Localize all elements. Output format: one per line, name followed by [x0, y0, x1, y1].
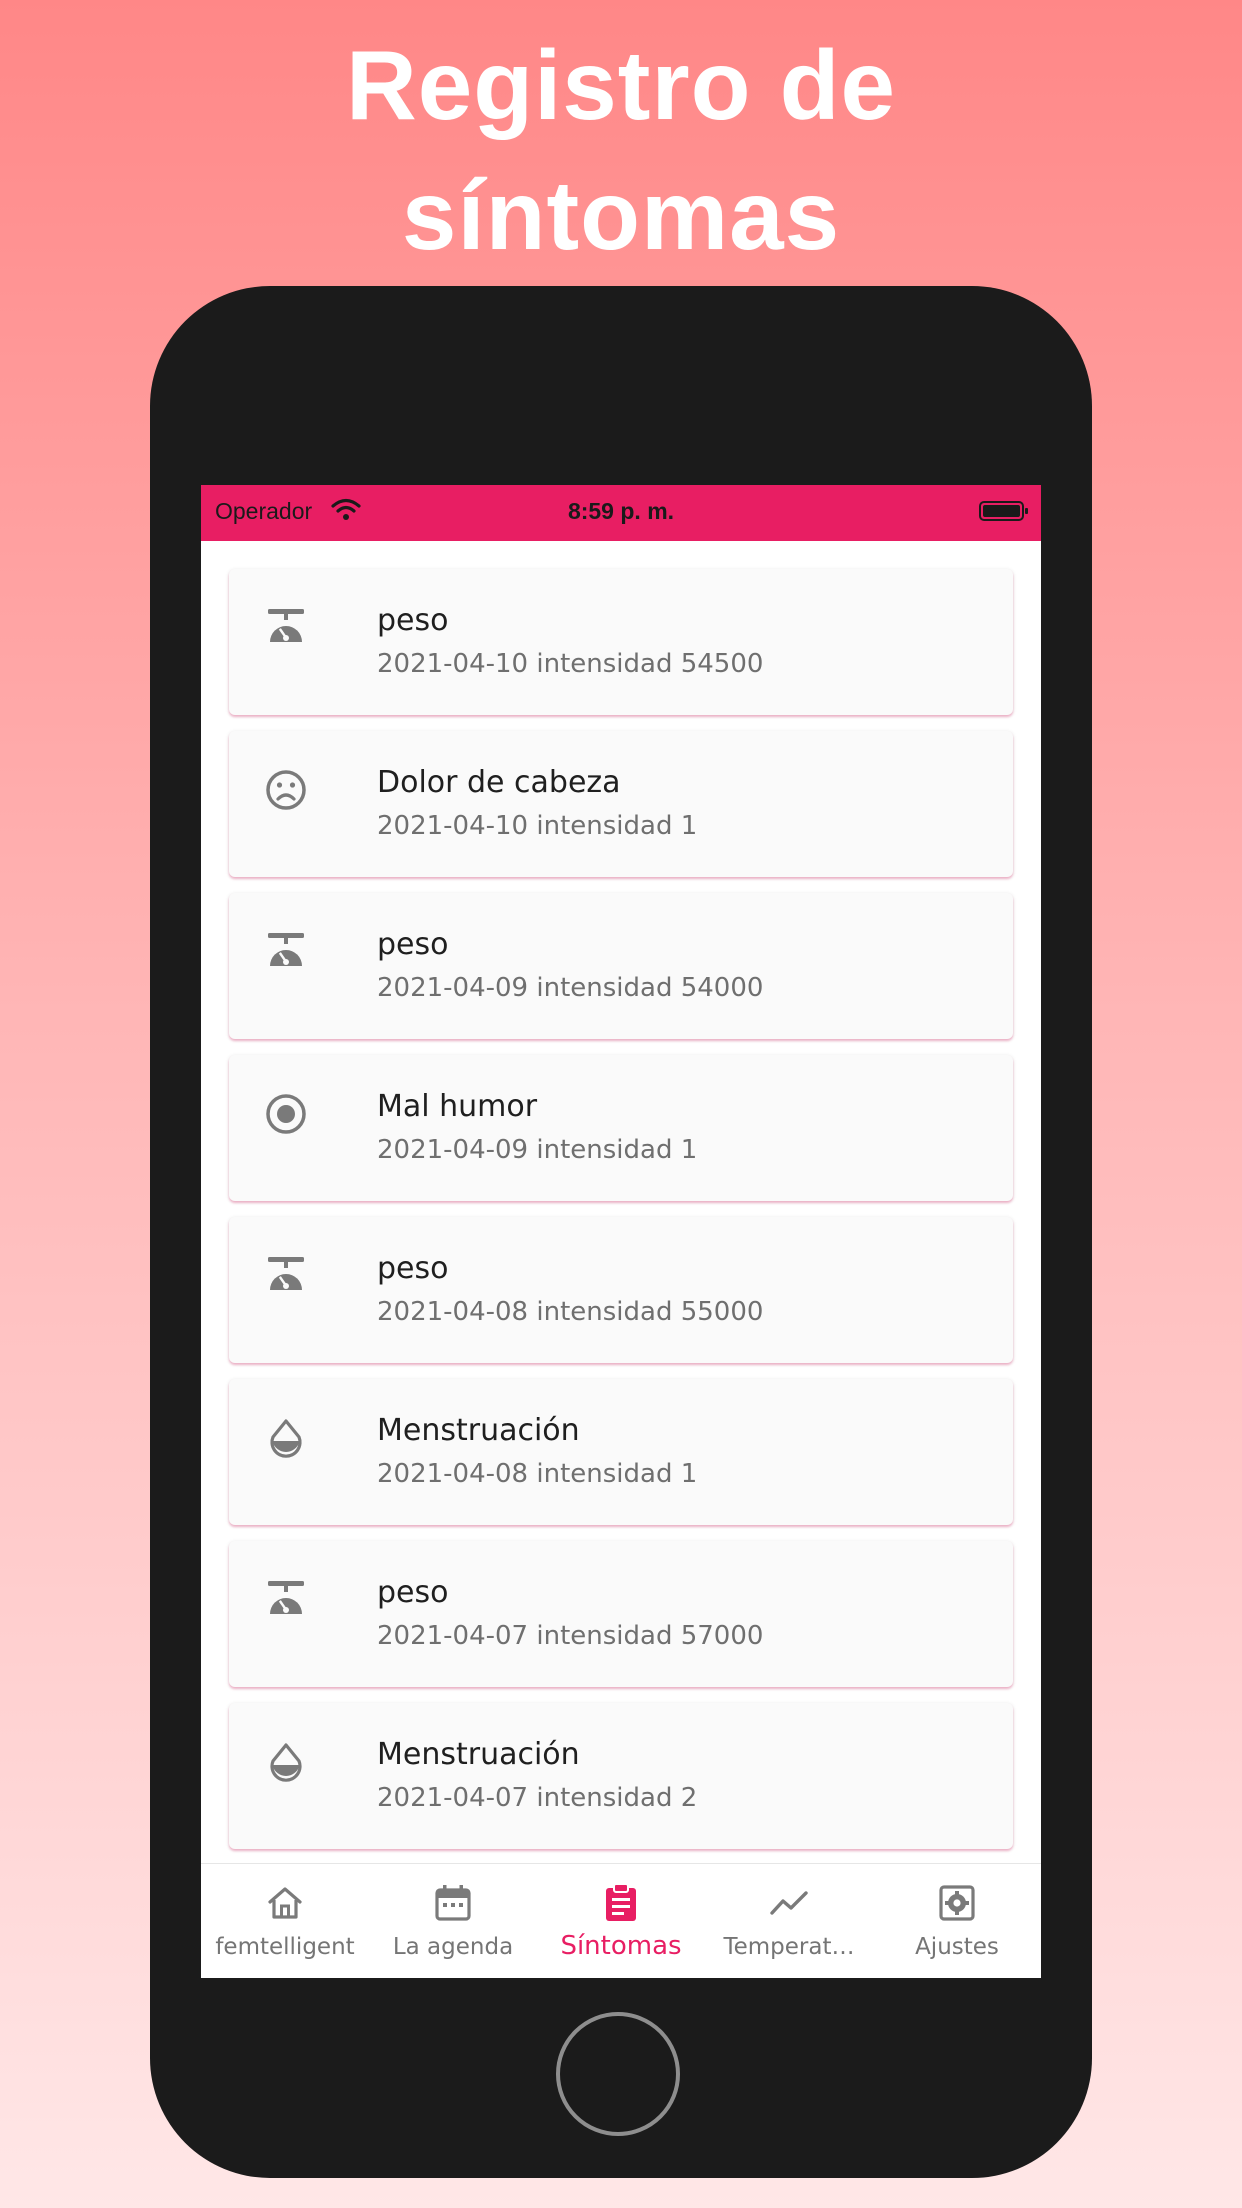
- settings-icon: [936, 1882, 978, 1924]
- symptom-title: Mal humor: [377, 1089, 538, 1124]
- scale-icon: [263, 1577, 309, 1623]
- symptom-detail: 2021-04-07 intensidad 57000: [377, 1621, 764, 1651]
- status-bar: Operador 8:59 p. m.: [201, 485, 1041, 541]
- symptom-detail: 2021-04-10 intensidad 54500: [377, 649, 764, 679]
- headline-line-2: síntomas: [401, 160, 841, 270]
- home-icon: [264, 1882, 306, 1924]
- tab-clipboard[interactable]: Síntomas: [537, 1864, 705, 1978]
- symptom-title: peso: [377, 927, 449, 962]
- symptom-card[interactable]: Mal humor 2021-04-09 intensidad 1: [229, 1055, 1013, 1201]
- tab-label: femtelligent: [215, 1934, 355, 1960]
- calendar-icon: [432, 1882, 474, 1924]
- symptom-title: peso: [377, 603, 449, 638]
- symptom-title: Menstruación: [377, 1737, 580, 1772]
- symptom-card[interactable]: Dolor de cabeza 2021-04-10 intensidad 1: [229, 731, 1013, 877]
- symptom-card[interactable]: peso 2021-04-07 intensidad 57000: [229, 1541, 1013, 1687]
- symptom-card[interactable]: peso 2021-04-08 intensidad 55000: [229, 1217, 1013, 1363]
- symptom-card[interactable]: Menstruación 2021-04-07 intensidad 2: [229, 1703, 1013, 1849]
- tab-label: Temperat…: [723, 1934, 855, 1960]
- tab-home[interactable]: femtelligent: [201, 1864, 369, 1978]
- bottom-tab-bar: femtelligent La agenda Síntomas Temperat… Aj…: [201, 1863, 1041, 1978]
- symptom-detail: 2021-04-08 intensidad 1: [377, 1459, 698, 1489]
- symptom-card[interactable]: peso 2021-04-09 intensidad 54000: [229, 893, 1013, 1039]
- tab-label: Ajustes: [915, 1934, 999, 1960]
- app-screen: Operador 8:59 p. m. peso 2021-04-10 inten…: [201, 485, 1041, 1978]
- symptom-detail: 2021-04-09 intensidad 54000: [377, 973, 764, 1003]
- scale-icon: [263, 929, 309, 975]
- headline-line-1: Registro de: [345, 30, 897, 140]
- tab-calendar[interactable]: La agenda: [369, 1864, 537, 1978]
- symptom-title: peso: [377, 1575, 449, 1610]
- symptom-card[interactable]: Menstruación 2021-04-08 intensidad 1: [229, 1379, 1013, 1525]
- status-time: 8:59 p. m.: [567, 498, 675, 524]
- drop-icon: [263, 1739, 309, 1785]
- tab-label: Síntomas: [560, 1931, 682, 1961]
- phone-home-button: [556, 2012, 680, 2136]
- sad-face-icon: [263, 767, 309, 813]
- symptom-card[interactable]: peso 2021-04-10 intensidad 54500: [229, 569, 1013, 715]
- tab-settings[interactable]: Ajustes: [873, 1864, 1041, 1978]
- symptom-title: Menstruación: [377, 1413, 580, 1448]
- symptom-detail: 2021-04-08 intensidad 55000: [377, 1297, 764, 1327]
- symptom-title: peso: [377, 1251, 449, 1286]
- clipboard-icon: [600, 1882, 642, 1924]
- trend-line-icon: [768, 1882, 810, 1924]
- symptom-detail: 2021-04-07 intensidad 2: [377, 1783, 698, 1813]
- scale-icon: [263, 605, 309, 651]
- promo-headline: Registro de síntomas: [0, 20, 1242, 280]
- drop-icon: [263, 1415, 309, 1461]
- tab-label: La agenda: [392, 1934, 514, 1960]
- symptom-list[interactable]: peso 2021-04-10 intensidad 54500 Dolor de …: [229, 569, 1013, 1865]
- symptom-detail: 2021-04-10 intensidad 1: [377, 811, 698, 841]
- tab-trend-line[interactable]: Temperat…: [705, 1864, 873, 1978]
- radio-dot-icon: [263, 1091, 309, 1137]
- scale-icon: [263, 1253, 309, 1299]
- symptom-detail: 2021-04-09 intensidad 1: [377, 1135, 698, 1165]
- symptom-title: Dolor de cabeza: [377, 765, 621, 800]
- battery-icon: [979, 501, 1028, 521]
